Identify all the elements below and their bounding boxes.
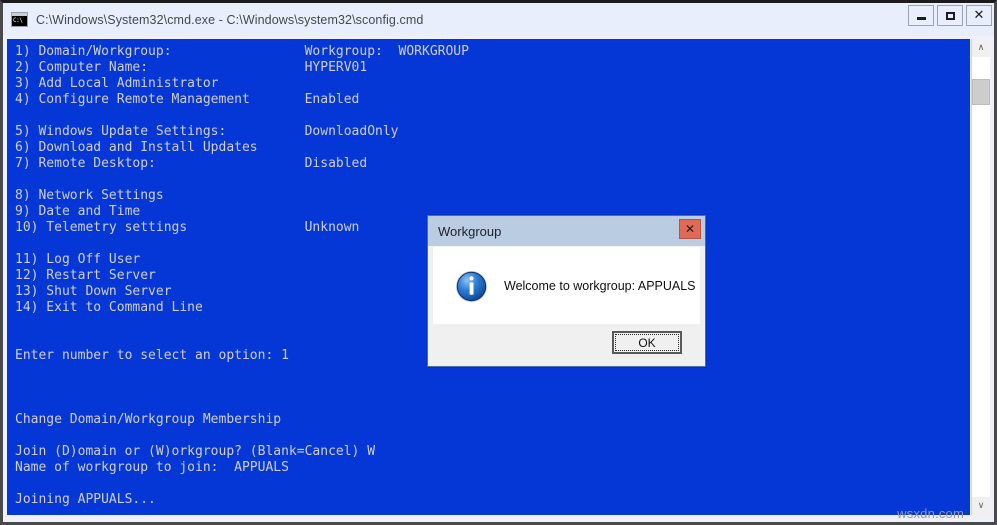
console-line: Name of workgroup to join: APPUALS xyxy=(15,460,289,475)
console-line: Enter number to select an option: 1 xyxy=(15,348,289,363)
screenshot-root: C:\ C:\Windows\System32\cmd.exe - C:\Win… xyxy=(0,0,997,525)
cmd-console-icon: C:\ xyxy=(11,12,28,27)
scroll-down-icon[interactable]: ∨ xyxy=(972,497,990,515)
console-line: 9) Date and Time xyxy=(15,204,141,219)
icon-prompt-text: C:\ xyxy=(12,16,27,26)
console-line: 3) Add Local Administrator xyxy=(15,76,219,91)
console-line: 7) Remote Desktop: Disabled xyxy=(15,156,368,171)
dialog-footer: OK xyxy=(433,324,700,361)
info-icon xyxy=(456,270,487,302)
workgroup-dialog: Workgroup ✕ Welcome to workgroup: APPUAL… xyxy=(427,215,706,367)
dialog-body: Welcome to workgroup: APPUALS xyxy=(433,247,700,325)
window-controls: ✕ xyxy=(905,5,992,26)
dialog-message: Welcome to workgroup: APPUALS xyxy=(504,279,696,293)
console-line: Join (D)omain or (W)orkgroup? (Blank=Can… xyxy=(15,444,376,459)
console-line: 14) Exit to Command Line xyxy=(15,300,203,315)
console-line: 2) Computer Name: HYPERV01 xyxy=(15,60,368,75)
console-line: 10) Telemetry settings Unknown xyxy=(15,220,360,235)
scrollbar-thumb[interactable] xyxy=(972,79,990,105)
watermark: wsxdn.com xyxy=(897,506,964,521)
ok-button[interactable]: OK xyxy=(612,331,682,354)
dialog-close-button[interactable]: ✕ xyxy=(679,219,701,239)
console-window: C:\ C:\Windows\System32\cmd.exe - C:\Win… xyxy=(0,0,997,525)
console-line: 12) Restart Server xyxy=(15,268,156,283)
dialog-title: Workgroup xyxy=(438,223,502,239)
minimize-icon xyxy=(916,16,926,20)
console-line: 6) Download and Install Updates xyxy=(15,140,258,155)
minimize-button[interactable] xyxy=(908,5,934,26)
console-line: Joining APPUALS... xyxy=(15,492,156,507)
close-icon: ✕ xyxy=(973,7,985,23)
console-line: 11) Log Off User xyxy=(15,252,141,267)
console-line: 13) Shut Down Server xyxy=(15,284,172,299)
dialog-titlebar[interactable]: Workgroup ✕ xyxy=(428,216,705,246)
console-line: Change Domain/Workgroup Membership xyxy=(15,412,282,427)
close-button[interactable]: ✕ xyxy=(966,5,992,26)
console-line: 5) Windows Update Settings: DownloadOnly xyxy=(15,124,399,139)
window-title: C:\Windows\System32\cmd.exe - C:\Windows… xyxy=(36,12,424,27)
console-text: 1) Domain/Workgroup: Workgroup: WORKGROU… xyxy=(15,44,469,508)
maximize-button[interactable] xyxy=(937,5,963,26)
window-titlebar[interactable]: C:\ C:\Windows\System32\cmd.exe - C:\Win… xyxy=(3,3,994,36)
dialog-close-icon: ✕ xyxy=(684,222,696,236)
console-scrollbar[interactable]: ∧ ∨ xyxy=(971,39,990,515)
scroll-up-icon[interactable]: ∧ xyxy=(972,39,990,57)
maximize-icon xyxy=(945,11,955,20)
console-line: 1) Domain/Workgroup: Workgroup: WORKGROU… xyxy=(15,44,469,59)
ok-button-label: OK xyxy=(615,334,679,351)
console-line: 4) Configure Remote Management Enabled xyxy=(15,92,360,107)
console-line: 8) Network Settings xyxy=(15,188,164,203)
